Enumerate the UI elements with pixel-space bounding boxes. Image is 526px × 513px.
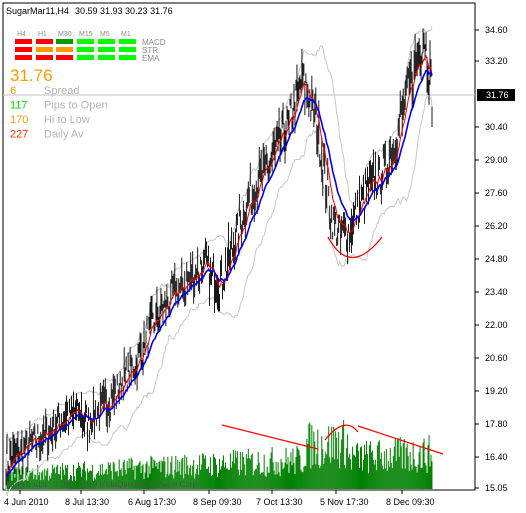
stat-value: 117 — [10, 100, 28, 112]
signal-cell — [36, 55, 53, 60]
ohlc-values: 30.59 31.93 30.23 31.76 — [75, 6, 173, 16]
price-tick-label: 30.40 — [485, 122, 508, 132]
signal-cell — [119, 47, 136, 52]
price-tick-label: 29.00 — [485, 155, 508, 165]
time-tick-label: 8 Jul 13:30 — [65, 497, 109, 507]
stat-label: Hi to Low — [44, 114, 90, 126]
signal-cell — [119, 39, 136, 44]
price-tick-label: 23.40 — [485, 287, 508, 297]
signal-cell — [77, 55, 94, 60]
signal-cell — [36, 47, 53, 52]
stat-value: 6 — [10, 85, 16, 97]
time-tick-label: 8 Dec 09:30 — [386, 497, 435, 507]
time-tick-label: 4 Jun 2010 — [4, 497, 49, 507]
timeframe-label: M30 — [58, 31, 72, 38]
time-tick-label: 7 Oct 13:30 — [256, 497, 303, 507]
signal-cell — [77, 47, 94, 52]
time-tick-label: 6 Aug 17:30 — [128, 497, 176, 507]
timeframe-label: M15 — [79, 31, 93, 38]
indicator-label: EMA — [142, 54, 160, 63]
current-price-marker: 31.76 — [477, 89, 515, 101]
price-tick-label: 19.20 — [485, 386, 508, 396]
signal-cell — [15, 55, 32, 60]
stat-value: 227 — [10, 129, 28, 141]
panel-price: 31.76 — [10, 66, 53, 85]
stat-value: 170 — [10, 114, 28, 126]
price-tick-label: 16.40 — [485, 452, 508, 462]
signal-cell — [15, 47, 32, 52]
watermark: MetaTrader, © 2001-2010 MetaQuotes Softw… — [6, 480, 199, 489]
stat-label: Spread — [44, 85, 79, 97]
chart-window[interactable]: SugarMar11,H4 30.59 31.93 30.23 31.76 H4… — [0, 0, 526, 513]
price-tick-label: 27.60 — [485, 188, 508, 198]
signal-cell — [56, 47, 73, 52]
price-tick-label: 22.00 — [485, 320, 508, 330]
price-tick-label: 17.80 — [485, 419, 508, 429]
signal-cell — [56, 55, 73, 60]
price-tick-label: 24.80 — [485, 254, 508, 264]
stat-label: Daily Av — [44, 129, 84, 141]
price-tick-label: 34.60 — [485, 25, 508, 35]
timeframe-label: M1 — [121, 31, 131, 38]
timeframe-label: H1 — [38, 31, 47, 38]
signal-cell — [36, 39, 53, 44]
timeframe-label: M5 — [100, 31, 110, 38]
time-tick-label: 5 Nov 17:30 — [320, 497, 369, 507]
price-tick-label: 26.20 — [485, 221, 508, 231]
signal-cell — [15, 39, 32, 44]
stat-label: Pips to Open — [44, 100, 108, 112]
price-tick-label: 33.20 — [485, 56, 508, 66]
current-price-label: 31.76 — [486, 90, 509, 100]
signal-cell — [98, 47, 115, 52]
symbol-timeframe: SugarMar11,H4 — [6, 6, 69, 16]
signal-cell — [77, 39, 94, 44]
signal-cell — [98, 39, 115, 44]
signal-cell — [119, 55, 136, 60]
time-tick-label: 8 Sep 09:30 — [193, 497, 242, 507]
signal-cell — [98, 55, 115, 60]
price-tick-label: 15.05 — [485, 483, 508, 493]
timeframe-label: H4 — [17, 31, 26, 38]
price-tick-label: 20.60 — [485, 353, 508, 363]
signal-cell — [56, 39, 73, 44]
